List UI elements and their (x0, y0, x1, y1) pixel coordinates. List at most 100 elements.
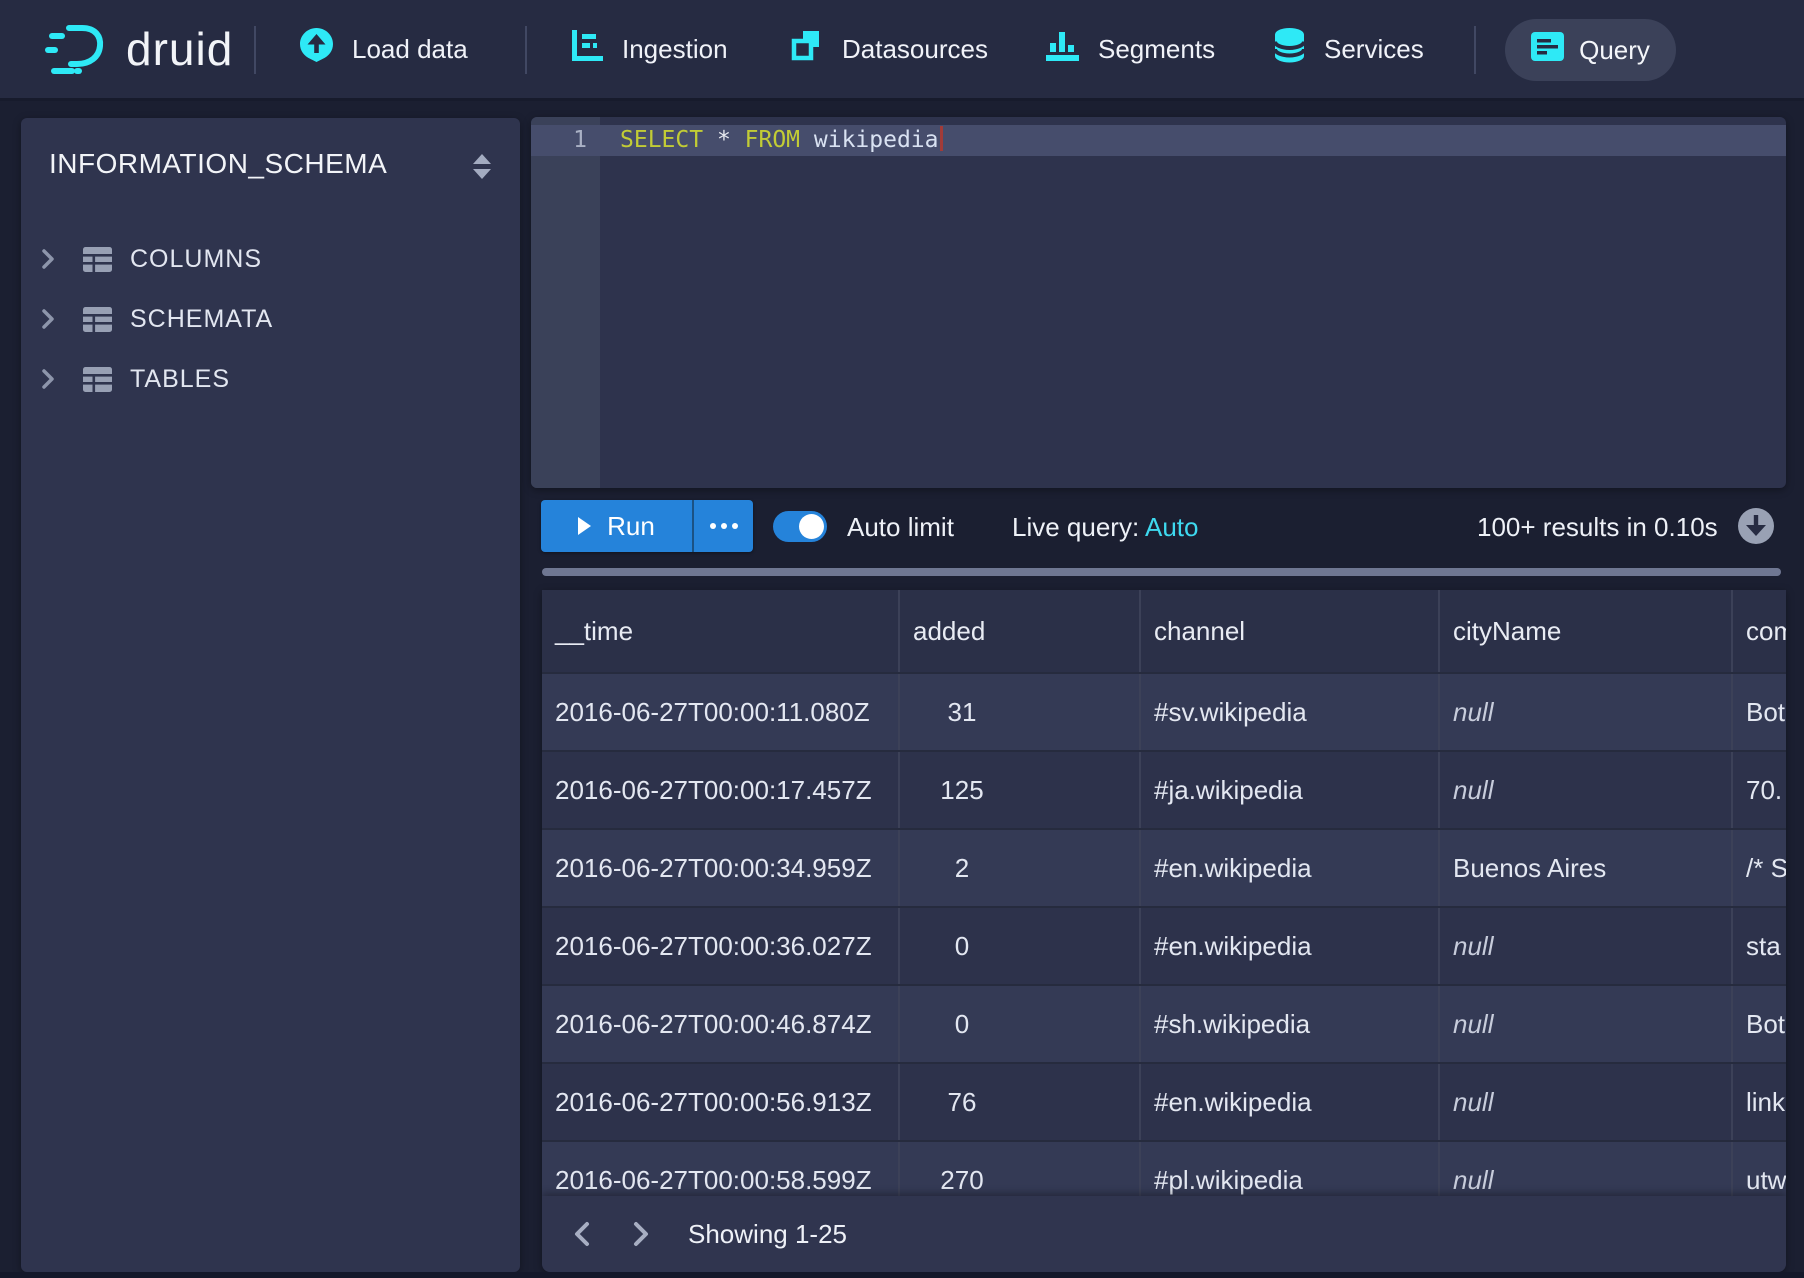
nav-item-label: Datasources (842, 34, 988, 65)
table-cell: /* S (1731, 830, 1786, 906)
druid-query-console: { "nav": { "brand": "druid", "items": [ … (0, 0, 1804, 1278)
table-icon (83, 367, 112, 392)
tree-item-columns[interactable]: COLUMNS (21, 229, 520, 289)
column-header-channel[interactable]: channel (1139, 590, 1438, 672)
table-cell: 2016-06-27T00:00:34.959Z (542, 830, 898, 906)
top-nav: druid Load data Inges (0, 0, 1804, 101)
table-cell: null (1438, 674, 1731, 750)
services-icon (1274, 28, 1305, 70)
brand-name: druid (126, 22, 233, 76)
tree-item-tables[interactable]: TABLES (21, 349, 520, 409)
table-row: 2016-06-27T00:00:56.913Z76#en.wikipedian… (542, 1062, 1786, 1140)
tree-item-label: COLUMNS (130, 245, 262, 274)
nav-item-query[interactable]: Query (1505, 19, 1676, 81)
table-cell: Bot (1731, 986, 1786, 1062)
showing-range-label: Showing 1-25 (688, 1219, 847, 1250)
table-row: 2016-06-27T00:00:46.874Z0#sh.wikipedianu… (542, 984, 1786, 1062)
table-icon (83, 247, 112, 272)
table-cell: 125 (898, 752, 1139, 828)
table-cell: null (1438, 908, 1731, 984)
table-cell: 31 (898, 674, 1139, 750)
auto-limit-label: Auto limit (847, 512, 954, 543)
druid-logo-icon (44, 20, 110, 79)
download-results-button[interactable] (1737, 507, 1775, 550)
results-body: 2016-06-27T00:00:11.080Z31#sv.wikipedian… (542, 672, 1786, 1218)
table-cell: null (1438, 1064, 1731, 1140)
chevron-right-icon[interactable] (41, 308, 63, 330)
tree-item-label: TABLES (130, 365, 230, 394)
live-query-label: Live query: (1012, 512, 1139, 542)
table-cell: sta (1731, 908, 1786, 984)
table-row: 2016-06-27T00:00:34.959Z2#en.wikipediaBu… (542, 828, 1786, 906)
line-number: 1 (531, 125, 587, 156)
nav-item-services[interactable]: Services (1274, 0, 1424, 98)
tree-item-schemata[interactable]: SCHEMATA (21, 289, 520, 349)
results-summary: 100+ results in 0.10s (1477, 512, 1718, 543)
schema-sidebar: INFORMATION_SCHEMA COLUMNS (21, 118, 520, 1272)
table-cell: null (1438, 752, 1731, 828)
run-more-button[interactable] (692, 500, 753, 552)
nav-item-label: Ingestion (622, 34, 728, 65)
nav-item-load-data[interactable]: Load data (300, 0, 468, 98)
toggle-knob (799, 514, 824, 539)
table-cell: #en.wikipedia (1139, 1064, 1438, 1140)
table-icon (83, 307, 112, 332)
sql-editor[interactable]: 1 SELECT * FROM wikipedia (531, 117, 1786, 488)
nav-item-datasources[interactable]: Datasources (790, 0, 988, 98)
results-header-row: __time added channel cityName comment (542, 590, 1786, 672)
druid-brand[interactable]: druid (44, 0, 233, 98)
column-header-time[interactable]: __time (542, 590, 898, 672)
live-query-control: Live query: Auto (1012, 512, 1198, 543)
table-cell: #en.wikipedia (1139, 908, 1438, 984)
datasources-icon (790, 29, 823, 69)
column-header-cityname[interactable]: cityName (1438, 590, 1731, 672)
schema-title[interactable]: INFORMATION_SCHEMA (49, 148, 387, 180)
table-cell: Bot (1731, 674, 1786, 750)
table-cell: 0 (898, 986, 1139, 1062)
nav-divider (525, 26, 527, 74)
nav-item-ingestion[interactable]: Ingestion (572, 0, 728, 98)
table-cell: 2 (898, 830, 1139, 906)
next-page-button[interactable] (622, 1214, 660, 1254)
run-button[interactable]: Run (541, 500, 692, 552)
table-cell: #sv.wikipedia (1139, 674, 1438, 750)
schema-select-caret-icon[interactable] (472, 154, 492, 185)
chevron-right-icon[interactable] (41, 368, 63, 390)
page-bottom-strip (0, 1272, 1804, 1278)
table-cell: 2016-06-27T00:00:46.874Z (542, 986, 898, 1062)
prev-page-button[interactable] (563, 1214, 601, 1254)
results-footer: Showing 1-25 (542, 1196, 1786, 1272)
table-cell: 2016-06-27T00:00:36.027Z (542, 908, 898, 984)
ingestion-icon (572, 30, 603, 68)
upload-icon (300, 28, 333, 71)
tree-item-label: SCHEMATA (130, 305, 273, 334)
nav-item-label: Query (1579, 35, 1650, 66)
table-cell: #sh.wikipedia (1139, 986, 1438, 1062)
column-header-comment[interactable]: comment (1731, 590, 1786, 672)
segments-icon (1046, 30, 1079, 68)
table-row: 2016-06-27T00:00:11.080Z31#sv.wikipedian… (542, 672, 1786, 750)
results-table: __time added channel cityName comment 20… (542, 590, 1786, 1272)
text-cursor (940, 126, 943, 151)
table-cell: 76 (898, 1064, 1139, 1140)
table-cell: 70. (1731, 752, 1786, 828)
play-icon (578, 517, 591, 535)
table-cell: 2016-06-27T00:00:56.913Z (542, 1064, 898, 1140)
sql-text[interactable]: SELECT * FROM wikipedia (620, 125, 943, 156)
horizontal-scrollbar[interactable] (542, 568, 1781, 576)
nav-item-label: Services (1324, 34, 1424, 65)
table-row: 2016-06-27T00:00:36.027Z0#en.wikipedianu… (542, 906, 1786, 984)
run-button-label: Run (607, 511, 655, 542)
table-cell: Buenos Aires (1438, 830, 1731, 906)
query-icon (1531, 32, 1564, 68)
table-cell: null (1438, 986, 1731, 1062)
ellipsis-icon (710, 523, 716, 529)
table-cell: #ja.wikipedia (1139, 752, 1438, 828)
chevron-right-icon[interactable] (41, 248, 63, 270)
live-query-value[interactable]: Auto (1145, 512, 1199, 542)
column-header-added[interactable]: added (898, 590, 1139, 672)
nav-divider (254, 26, 256, 74)
nav-item-segments[interactable]: Segments (1046, 0, 1215, 98)
auto-limit-toggle[interactable] (773, 511, 827, 542)
editor-gutter (531, 117, 600, 488)
